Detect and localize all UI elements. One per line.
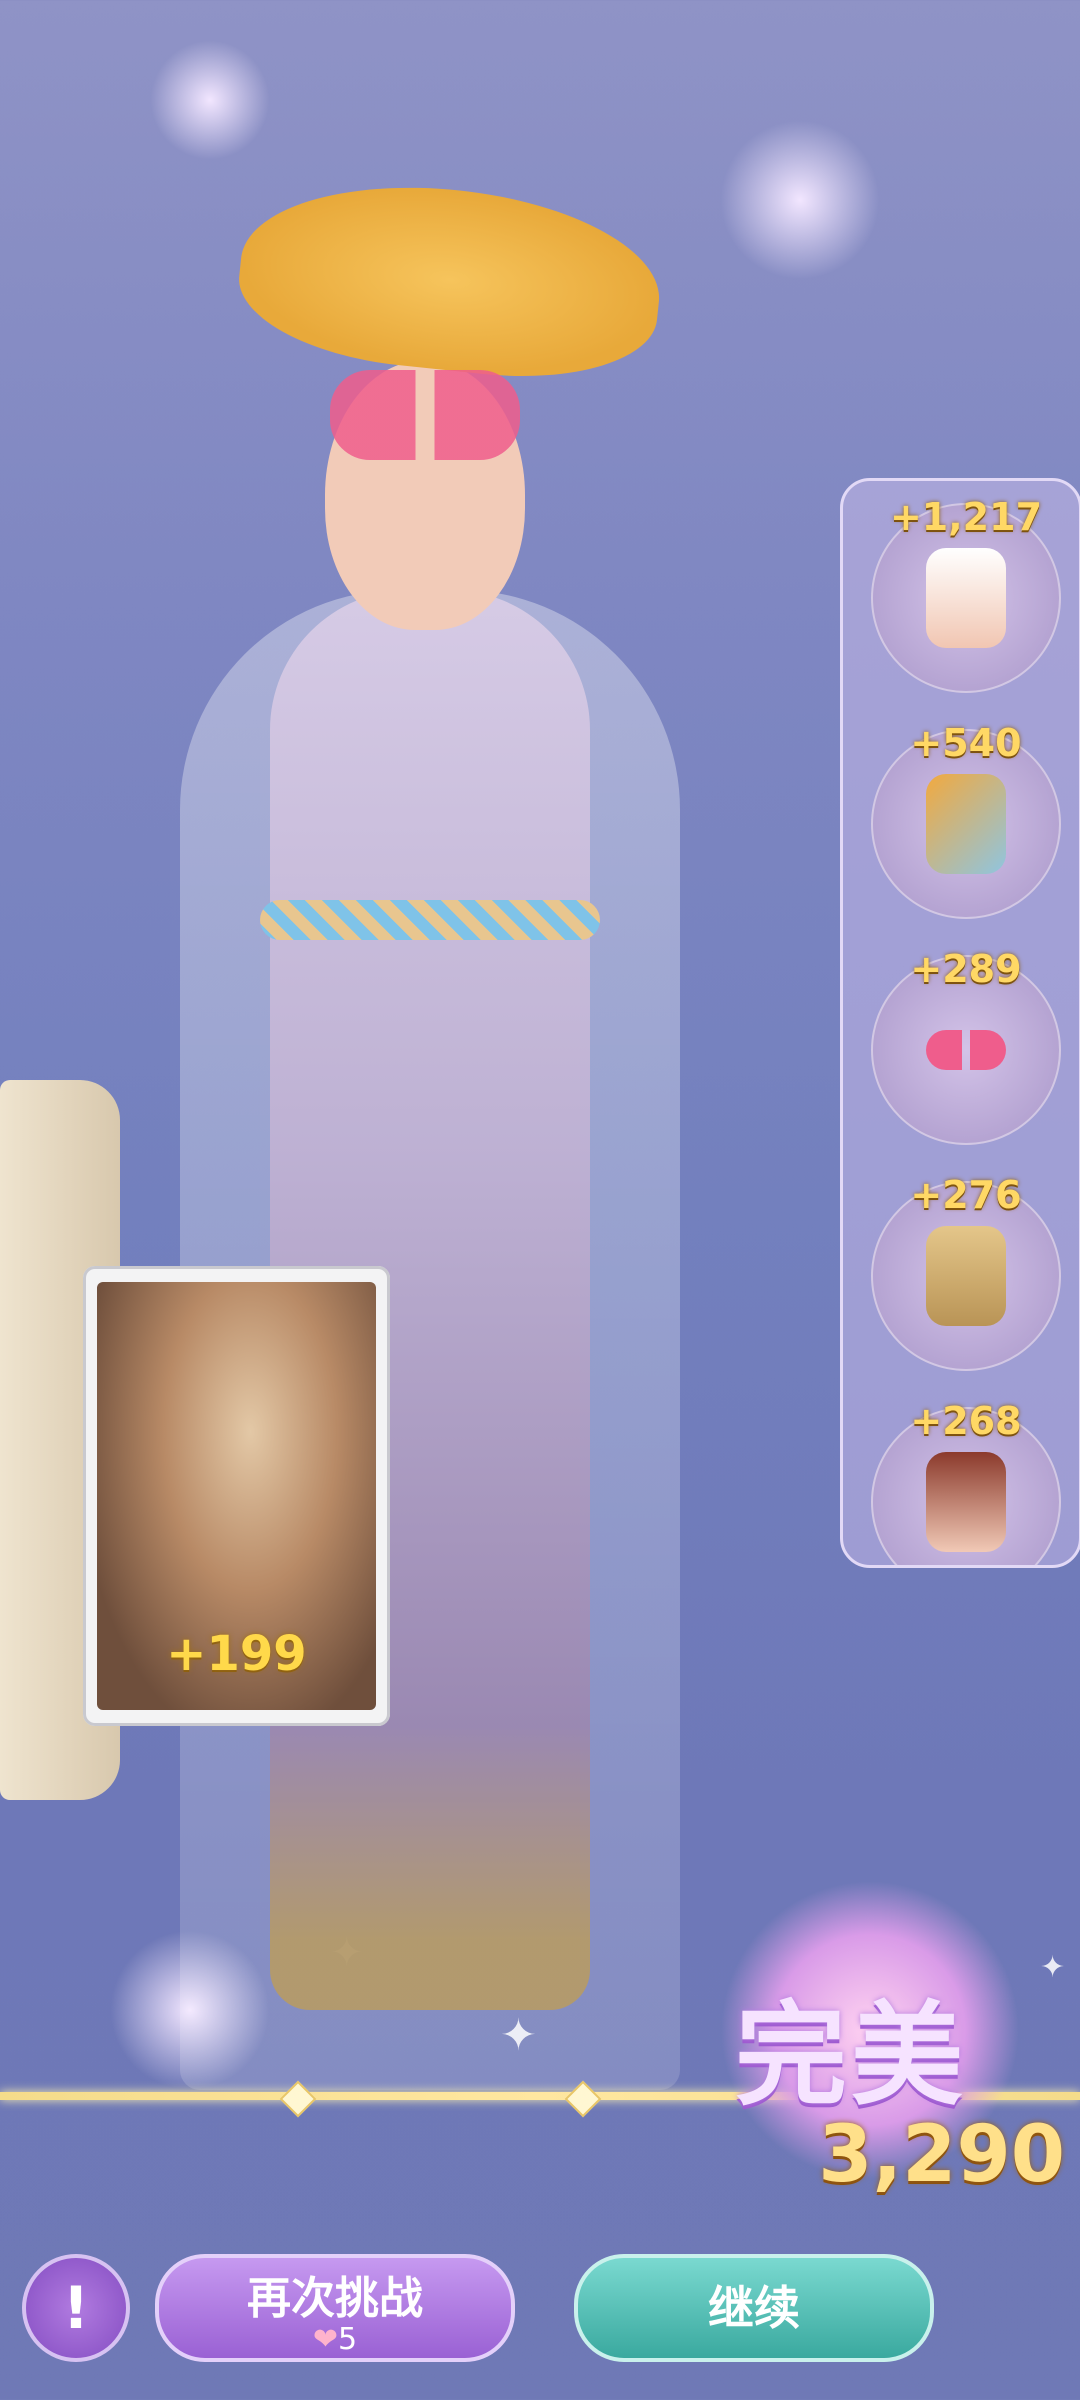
score-item: +289 bbox=[871, 947, 1061, 1145]
score-item-points: +276 bbox=[910, 1173, 1022, 1217]
result-rating: 完美 bbox=[735, 1991, 967, 2121]
retry-cost: ❤5 bbox=[159, 2322, 511, 2357]
score-item-points: +1,217 bbox=[889, 495, 1043, 539]
background-blossom bbox=[720, 120, 880, 280]
item-score-panel[interactable]: +1,217 +540 +289 +276 +268 bbox=[840, 478, 1080, 1568]
character-rope-belt bbox=[260, 900, 600, 940]
hairstyle-icon bbox=[926, 1226, 1006, 1326]
retry-cost-value: 5 bbox=[338, 2322, 358, 2357]
bonus-card: +199 bbox=[83, 1266, 390, 1726]
retry-button[interactable]: 再次挑战 ❤5 bbox=[155, 2254, 515, 2362]
character-sunglasses bbox=[330, 370, 520, 460]
sunglasses-icon bbox=[926, 1030, 1006, 1070]
makeup-icon bbox=[926, 1452, 1006, 1552]
bonus-card-value: +199 bbox=[166, 1626, 307, 1682]
alert-icon[interactable]: ! bbox=[22, 2254, 130, 2362]
score-item-points: +268 bbox=[910, 1399, 1022, 1443]
sparkle-icon: ✦ bbox=[1040, 1950, 1066, 1985]
background-blossom bbox=[150, 40, 270, 160]
retry-button-label: 再次挑战 bbox=[247, 2273, 423, 2324]
score-item: +268 bbox=[871, 1399, 1061, 1565]
score-item: +1,217 bbox=[871, 495, 1061, 693]
continue-button[interactable]: 继续 bbox=[574, 2254, 934, 2362]
score-item: +540 bbox=[871, 721, 1061, 919]
total-score: 3,290 bbox=[818, 2110, 1065, 2200]
dress-icon bbox=[926, 548, 1006, 648]
heart-icon: ❤ bbox=[312, 2322, 339, 2357]
sandals-icon bbox=[926, 774, 1006, 874]
character-model bbox=[140, 160, 740, 2090]
score-item: +276 bbox=[871, 1173, 1061, 1371]
score-item-points: +540 bbox=[910, 721, 1022, 765]
character-straw-hat bbox=[231, 168, 669, 392]
score-item-points: +289 bbox=[910, 947, 1022, 991]
